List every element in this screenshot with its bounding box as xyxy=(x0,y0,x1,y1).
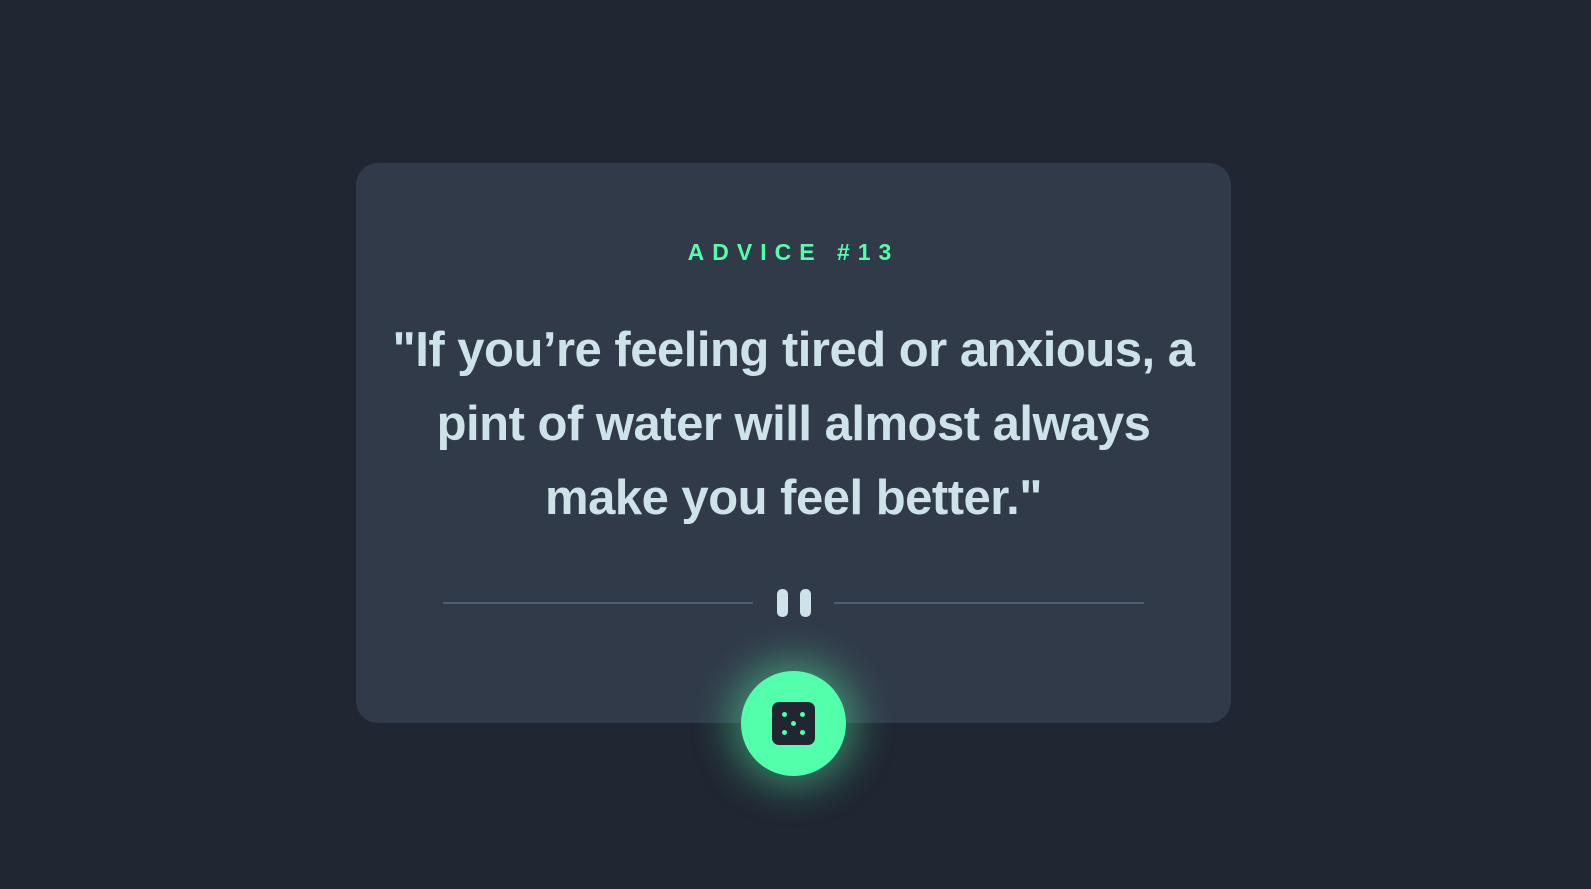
dice-dot xyxy=(800,712,805,717)
dice-dot xyxy=(782,712,787,717)
pause-icon xyxy=(777,589,811,617)
divider xyxy=(443,583,1144,623)
divider-line-right xyxy=(834,602,1144,604)
dice-dot xyxy=(782,730,787,735)
advice-quote: "If you’re feeling tired or anxious, a p… xyxy=(392,323,1195,525)
pause-bar-right xyxy=(800,589,811,617)
pause-bar-left xyxy=(777,589,788,617)
advice-id-label: ADVICE #13 xyxy=(687,239,900,265)
dice-dot xyxy=(800,730,805,735)
divider-line-left xyxy=(443,602,753,604)
dice-icon xyxy=(772,702,815,745)
generate-advice-button[interactable] xyxy=(741,671,846,776)
dice-dot xyxy=(791,721,796,726)
advice-card: ADVICE #13 "If you’re feeling tired or a… xyxy=(356,163,1231,723)
